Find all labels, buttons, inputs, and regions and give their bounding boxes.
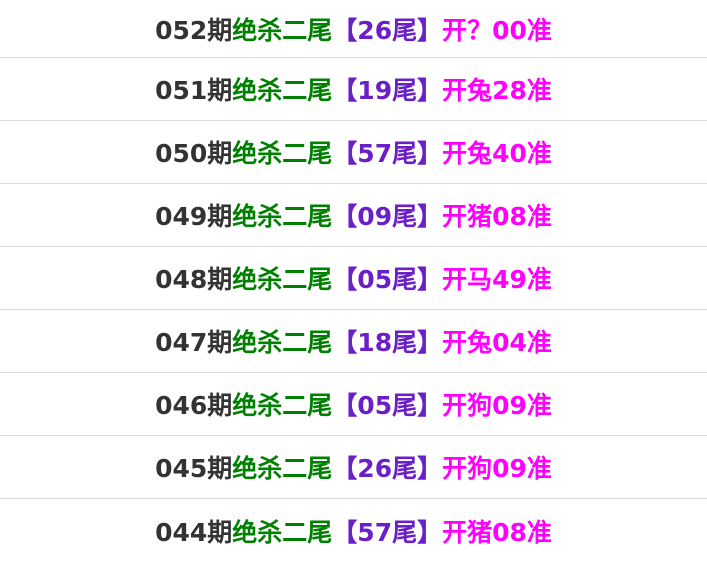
prediction-pick: 【05尾】: [332, 265, 443, 294]
list-item: 045期 绝杀二尾 【26尾】 开狗09准: [0, 436, 707, 499]
prediction-label: 绝杀二尾: [232, 76, 333, 105]
period-number: 047期: [155, 328, 233, 357]
result-text: 开马49准: [442, 265, 552, 294]
prediction-pick: 【05尾】: [332, 391, 443, 420]
list-item: 050期 绝杀二尾 【57尾】 开兔40准: [0, 121, 707, 184]
period-number: 050期: [155, 139, 233, 168]
list-item: 046期 绝杀二尾 【05尾】 开狗09准: [0, 373, 707, 436]
prediction-pick: 【19尾】: [332, 76, 443, 105]
prediction-label: 绝杀二尾: [232, 454, 333, 483]
prediction-label: 绝杀二尾: [232, 328, 333, 357]
list-item: 049期 绝杀二尾 【09尾】 开猪08准: [0, 184, 707, 247]
result-text: 开狗09准: [442, 391, 552, 420]
list-item: 048期 绝杀二尾 【05尾】 开马49准: [0, 247, 707, 310]
period-number: 052期: [155, 15, 233, 45]
prediction-pick: 【26尾】: [332, 15, 443, 45]
prediction-pick: 【18尾】: [332, 328, 443, 357]
list-item: 047期 绝杀二尾 【18尾】 开兔04准: [0, 310, 707, 373]
period-number: 046期: [155, 391, 233, 420]
result-text: 开猪08准: [442, 517, 552, 547]
result-text: 开兔28准: [442, 76, 552, 105]
prediction-label: 绝杀二尾: [232, 139, 333, 168]
prediction-label: 绝杀二尾: [232, 202, 333, 231]
result-text: 开狗09准: [442, 454, 552, 483]
period-number: 049期: [155, 202, 233, 231]
prediction-pick: 【57尾】: [332, 139, 443, 168]
period-number: 044期: [155, 517, 233, 547]
prediction-label: 绝杀二尾: [232, 517, 333, 547]
list-item: 052期 绝杀二尾 【26尾】 开？00准: [0, 0, 707, 58]
result-text: 开猪08准: [442, 202, 552, 231]
prediction-label: 绝杀二尾: [232, 391, 333, 420]
result-text: 开？00准: [442, 15, 552, 45]
period-number: 048期: [155, 265, 233, 294]
list-item: 051期 绝杀二尾 【19尾】 开兔28准: [0, 58, 707, 121]
period-number: 051期: [155, 76, 233, 105]
list-item: 044期 绝杀二尾 【57尾】 开猪08准: [0, 499, 707, 562]
result-text: 开兔40准: [442, 139, 552, 168]
prediction-label: 绝杀二尾: [232, 15, 333, 45]
prediction-label: 绝杀二尾: [232, 265, 333, 294]
period-number: 045期: [155, 454, 233, 483]
prediction-pick: 【26尾】: [332, 454, 443, 483]
prediction-list: 052期 绝杀二尾 【26尾】 开？00准 051期 绝杀二尾 【19尾】 开兔28准 05…: [0, 0, 707, 562]
prediction-pick: 【57尾】: [332, 517, 443, 547]
prediction-pick: 【09尾】: [332, 202, 443, 231]
result-text: 开兔04准: [442, 328, 552, 357]
